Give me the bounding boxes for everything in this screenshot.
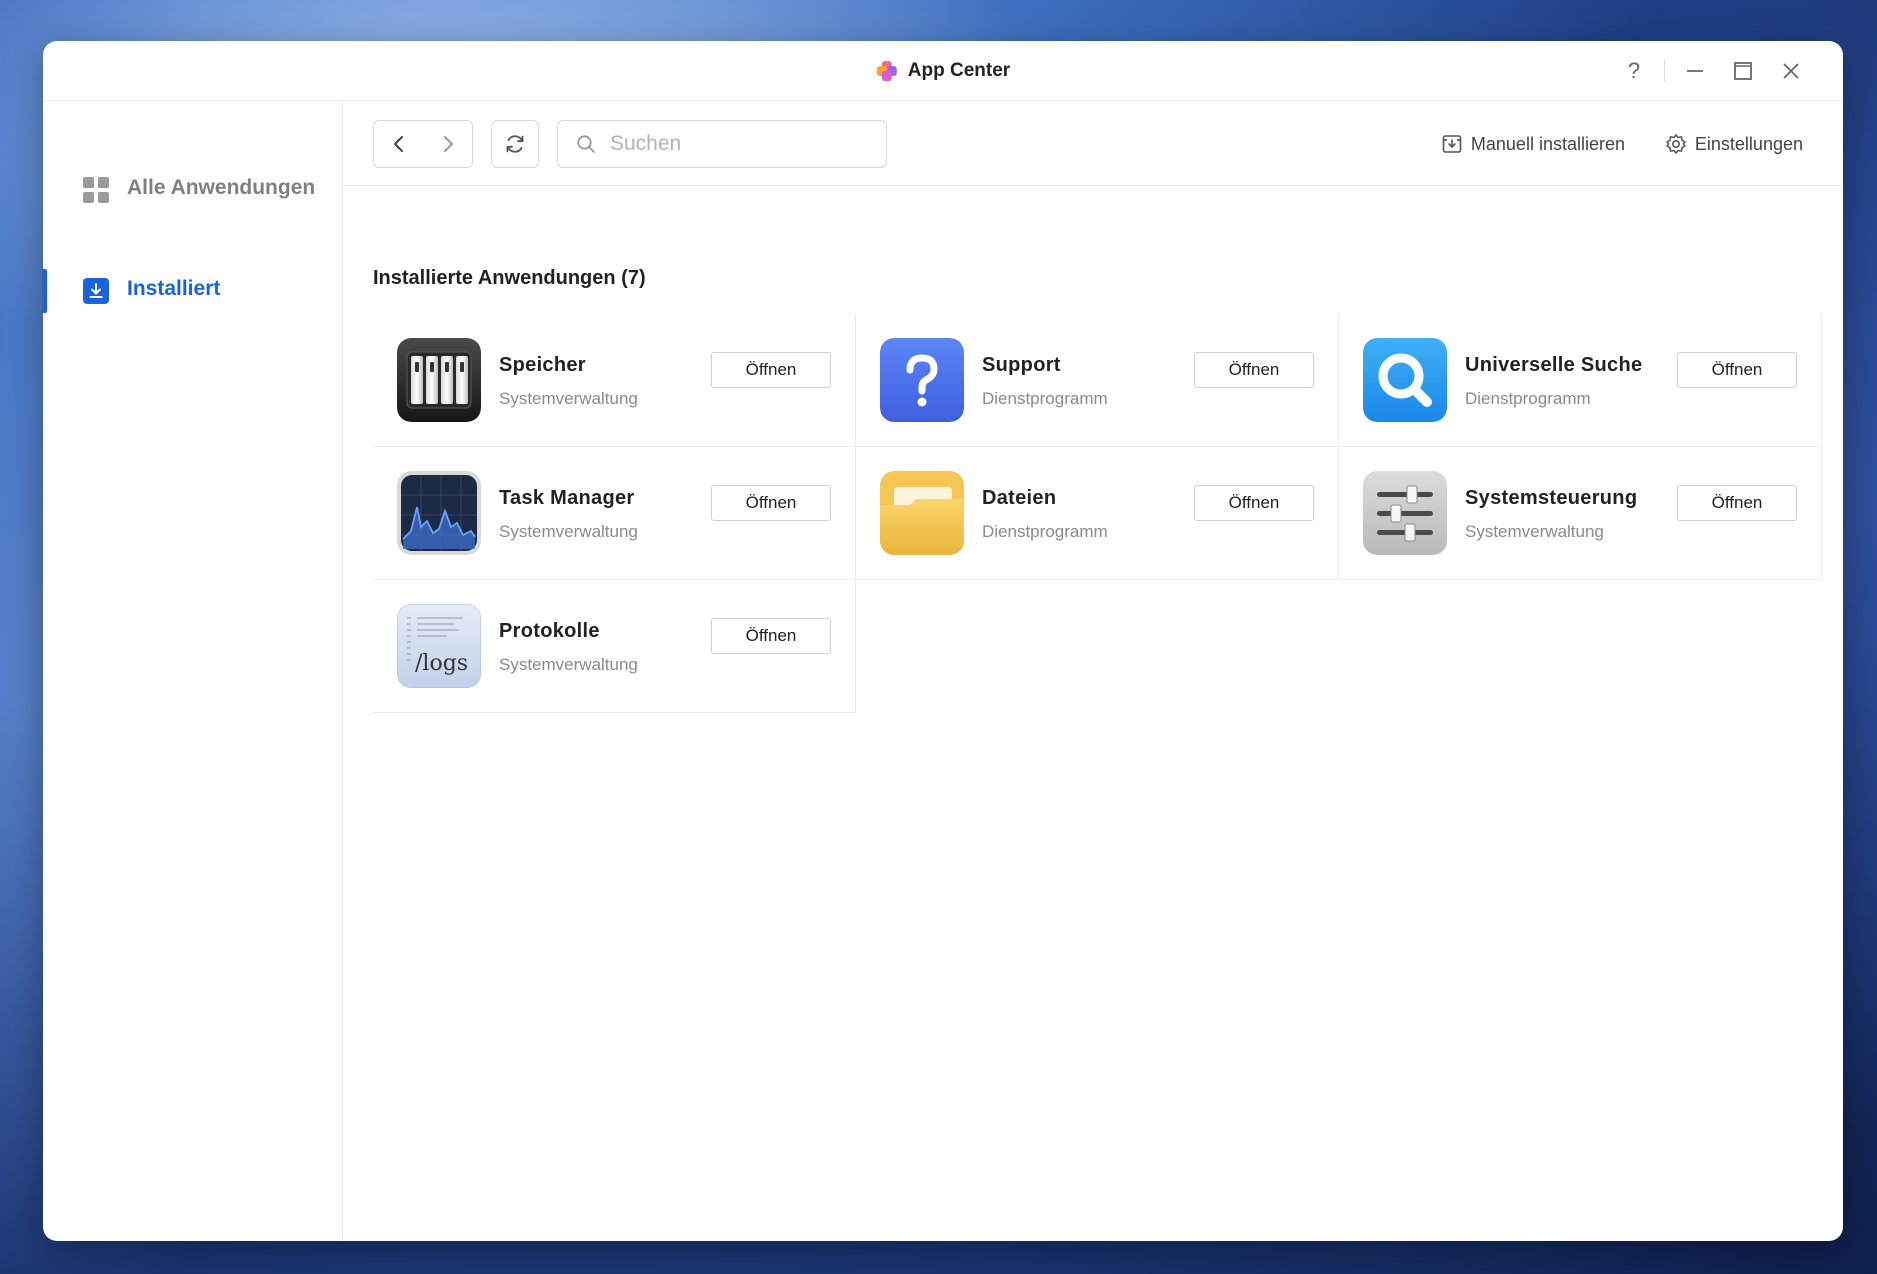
app-name: Support: [982, 354, 1061, 376]
gear-icon: [1666, 134, 1686, 154]
sidebar-item-label: Installiert: [127, 277, 221, 300]
support-question-icon: [880, 338, 964, 422]
sliders-icon: [1363, 471, 1447, 555]
app-card-dateien: Dateien Dienstprogramm Öffnen: [856, 447, 1339, 580]
open-button-support[interactable]: Öffnen: [1194, 352, 1314, 388]
forward-button[interactable]: [423, 121, 472, 167]
app-category: Systemverwaltung: [499, 522, 638, 541]
open-button-speicher[interactable]: Öffnen: [711, 352, 831, 388]
app-card-task-manager: Task Manager Systemverwaltung Öffnen: [373, 447, 856, 580]
install-package-icon: [1442, 135, 1462, 153]
search-box[interactable]: [557, 120, 887, 168]
window-title-group: App Center: [876, 41, 1010, 101]
window-controls-divider: [1664, 59, 1665, 83]
title-bar: App Center ?: [43, 41, 1843, 101]
app-center-logo-icon: [876, 60, 898, 82]
minimize-icon: [1687, 70, 1703, 72]
app-name: Systemsteuerung: [1465, 487, 1638, 509]
settings-button[interactable]: Einstellungen: [1665, 120, 1803, 168]
help-icon: ?: [1627, 58, 1641, 83]
app-name: Dateien: [982, 487, 1057, 509]
open-button-task-manager[interactable]: Öffnen: [711, 485, 831, 521]
app-category: Systemverwaltung: [1465, 522, 1604, 541]
grid-icon: [83, 177, 109, 203]
app-card-support: Support Dienstprogramm Öffnen: [856, 314, 1339, 447]
app-name: Universelle Suche: [1465, 354, 1643, 376]
folder-icon: [880, 471, 964, 555]
sidebar-item-installed[interactable]: Installiert: [43, 269, 343, 313]
app-category: Dienstprogramm: [982, 389, 1108, 408]
close-icon: [1783, 63, 1799, 79]
active-indicator: [43, 269, 47, 313]
search-icon: [577, 135, 595, 153]
window-title: App Center: [907, 60, 1011, 81]
open-button-systemsteuerung[interactable]: Öffnen: [1677, 485, 1797, 521]
search-input[interactable]: [610, 132, 860, 156]
app-name: Task Manager: [499, 487, 635, 509]
magnifier-icon: [1363, 338, 1447, 422]
manual-install-button[interactable]: Manuell installieren: [1441, 120, 1625, 168]
app-card-universelle-suche: Universelle Suche Dienstprogramm Öffnen: [1339, 314, 1822, 447]
toolbar: Manuell installieren Einstellungen: [343, 101, 1843, 186]
back-button[interactable]: [374, 121, 423, 167]
refresh-button[interactable]: [491, 120, 539, 168]
app-card-protokolle: /logs Protokolle Systemverwaltung Öffnen: [373, 580, 856, 713]
app-center-window: App Center ? Alle Anwendungen Installier…: [43, 41, 1843, 1241]
logs-icon-text: /logs: [415, 651, 468, 676]
chevron-left-icon: [393, 136, 403, 152]
app-name: Protokolle: [499, 620, 600, 642]
open-button-universelle-suche[interactable]: Öffnen: [1677, 352, 1797, 388]
section-title: Installierte Anwendungen (7): [373, 267, 646, 289]
download-icon: [83, 278, 109, 304]
app-category: Systemverwaltung: [499, 655, 638, 674]
activity-graph-icon: [397, 471, 481, 555]
storage-icon: [397, 338, 481, 422]
minimize-button[interactable]: [1671, 51, 1719, 91]
sidebar-item-all-apps[interactable]: Alle Anwendungen: [43, 173, 343, 243]
close-button[interactable]: [1767, 51, 1815, 91]
sidebar: Alle Anwendungen Installiert: [43, 101, 343, 1241]
maximize-icon: [1734, 62, 1752, 80]
help-button[interactable]: ?: [1610, 51, 1658, 91]
app-card-systemsteuerung: Systemsteuerung Systemverwaltung Öffnen: [1339, 447, 1822, 580]
app-category: Systemverwaltung: [499, 389, 638, 408]
app-category: Dienstprogramm: [982, 522, 1108, 541]
history-nav-group: [373, 120, 473, 168]
open-button-protokolle[interactable]: Öffnen: [711, 618, 831, 654]
window-controls: ?: [1610, 41, 1815, 101]
app-card-speicher: Speicher Systemverwaltung Öffnen: [373, 314, 856, 447]
chevron-right-icon: [443, 136, 453, 152]
refresh-icon: [506, 135, 524, 153]
sidebar-item-label: Alle Anwendungen: [127, 176, 316, 199]
app-category: Dienstprogramm: [1465, 389, 1591, 408]
manual-install-label: Manuell installieren: [1470, 133, 1625, 154]
maximize-button[interactable]: [1719, 51, 1767, 91]
settings-label: Einstellungen: [1694, 133, 1803, 154]
main-content: Manuell installieren Einstellungen Insta…: [343, 101, 1843, 1241]
open-button-dateien[interactable]: Öffnen: [1194, 485, 1314, 521]
logs-icon: /logs: [397, 604, 481, 688]
app-name: Speicher: [499, 354, 586, 376]
